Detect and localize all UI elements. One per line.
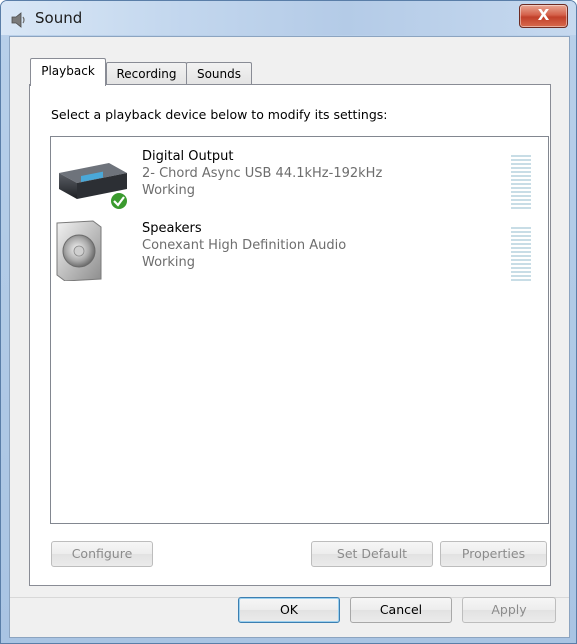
device-item-digital-output[interactable]: Digital Output 2- Chord Async USB 44.1kH… (51, 145, 546, 215)
tab-sounds[interactable]: Sounds (186, 62, 252, 85)
playback-panel: Select a playback device below to modify… (29, 84, 551, 586)
configure-button[interactable]: Configure (51, 541, 153, 567)
dialog-body: Playback Recording Sounds Select a playb… (9, 36, 570, 638)
device-status: Working (142, 255, 196, 270)
digital-output-device-icon (59, 163, 129, 211)
device-description: 2- Chord Async USB 44.1kHz-192kHz (142, 166, 383, 181)
cancel-button[interactable]: Cancel (350, 597, 452, 623)
volume-meter (511, 155, 531, 209)
device-description: Conexant High Definition Audio (142, 238, 347, 253)
tab-playback[interactable]: Playback (30, 58, 106, 86)
ok-button[interactable]: OK (238, 597, 340, 623)
title-bar[interactable]: Sound X (1, 1, 576, 35)
window-title: Sound (35, 9, 83, 27)
apply-button[interactable]: Apply (462, 597, 556, 623)
device-name: Digital Output (142, 149, 234, 164)
device-list[interactable]: Digital Output 2- Chord Async USB 44.1kH… (50, 136, 549, 524)
close-button[interactable]: X (519, 4, 568, 28)
speaker-icon (11, 12, 25, 28)
speaker-device-icon (56, 220, 102, 281)
tab-recording[interactable]: Recording (106, 62, 187, 85)
device-name: Speakers (142, 221, 202, 236)
instruction-text: Select a playback device below to modify… (51, 107, 388, 122)
volume-meter (511, 227, 531, 281)
device-status: Working (142, 183, 196, 198)
properties-button[interactable]: Properties (440, 541, 547, 567)
sound-window: Sound X Playback Recording Sounds Select… (0, 0, 577, 644)
set-default-button[interactable]: Set Default (311, 541, 433, 567)
device-item-speakers[interactable]: Speakers Conexant High Definition Audio … (51, 217, 546, 287)
